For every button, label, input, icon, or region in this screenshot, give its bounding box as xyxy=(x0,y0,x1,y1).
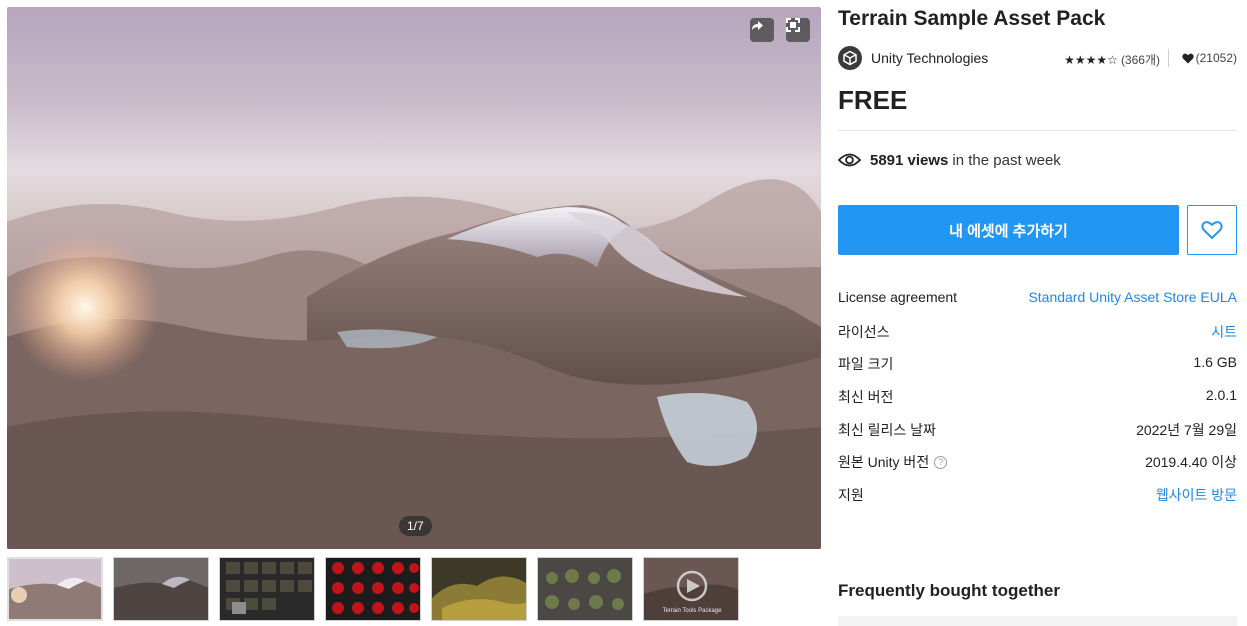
detail-value: 2.0.1 xyxy=(1205,387,1237,404)
divider xyxy=(1168,49,1169,67)
share-button[interactable] xyxy=(750,18,774,42)
detail-row-release-date: 최신 릴리스 날짜 2022년 7월 29일 xyxy=(838,412,1237,445)
fullscreen-button[interactable] xyxy=(786,18,810,42)
thumbnail-4[interactable] xyxy=(325,557,421,621)
publisher-row: Unity Technologies ★★★★☆ (366개) (21052) xyxy=(838,44,1237,72)
detail-label: 라이선스 xyxy=(838,323,890,340)
thumbnail-2[interactable] xyxy=(113,557,209,621)
heart-icon xyxy=(1181,53,1194,63)
rating-count: (366개) xyxy=(1120,53,1160,67)
product-title: Terrain Sample Asset Pack xyxy=(838,7,1106,30)
rating[interactable]: ★★★★☆ (366개) xyxy=(1064,51,1160,68)
views-info: 5891 views in the past week xyxy=(838,149,1061,171)
star-rating-icon: ★★★★☆ xyxy=(1064,52,1118,67)
add-to-my-assets-button[interactable]: 내 에셋에 추가하기 xyxy=(838,205,1179,255)
terrain-render xyxy=(7,179,821,549)
detail-row-file-size: 파일 크기 1.6 GB xyxy=(838,346,1237,379)
favorites: (21052) xyxy=(1181,51,1237,65)
views-suffix: in the past week xyxy=(952,151,1061,169)
wishlist-button[interactable] xyxy=(1187,205,1237,255)
detail-row-license-agreement: License agreement Standard Unity Asset S… xyxy=(838,281,1237,314)
share-icon xyxy=(752,21,763,30)
detail-label: 최신 버전 xyxy=(838,389,894,406)
eye-icon xyxy=(838,153,861,167)
detail-value: 2019.4.40 이상 xyxy=(1145,454,1237,471)
thumbnail-5[interactable] xyxy=(431,557,527,621)
detail-row-unity-version: 원본 Unity 버전 ? 2019.4.40 이상 xyxy=(838,444,1237,477)
favorites-count: (21052) xyxy=(1195,51,1237,65)
thumbnail-6[interactable] xyxy=(537,557,633,621)
detail-label: 원본 Unity 버전 xyxy=(838,454,930,471)
views-count: 5891 views xyxy=(870,151,949,169)
detail-label: 파일 크기 xyxy=(838,356,894,373)
image-counter: 1/7 xyxy=(399,516,432,536)
details-table: License agreement Standard Unity Asset S… xyxy=(838,281,1237,510)
divider xyxy=(838,130,1237,131)
thumbnail-7[interactable]: Terrain Tools Package xyxy=(643,557,739,621)
detail-value: 1.6 GB xyxy=(1193,354,1237,371)
detail-label: 최신 릴리스 날짜 xyxy=(838,421,936,438)
help-icon[interactable]: ? xyxy=(934,455,948,469)
detail-value: 2022년 7월 29일 xyxy=(1136,421,1237,438)
support-website-link[interactable]: 웹사이트 방문 xyxy=(1156,485,1237,505)
detail-label: 지원 xyxy=(838,487,864,504)
license-agreement-link[interactable]: Standard Unity Asset Store EULA xyxy=(1028,289,1237,305)
thumbnail-1[interactable] xyxy=(7,557,103,621)
publisher-logo[interactable] xyxy=(838,46,862,70)
section-heading: Frequently bought together xyxy=(838,581,1060,600)
license-link[interactable]: 시트 xyxy=(1211,322,1237,342)
detail-row-license: 라이선스 시트 xyxy=(838,314,1237,347)
detail-label: License agreement xyxy=(838,289,958,305)
detail-row-latest-version: 최신 버전 2.0.1 xyxy=(838,379,1237,412)
main-product-image[interactable]: 1/7 xyxy=(7,7,821,549)
publisher-link[interactable]: Unity Technologies xyxy=(871,50,988,66)
detail-label-with-help: 원본 Unity 버전 ? xyxy=(838,452,948,472)
frequently-bought-panel xyxy=(838,616,1237,626)
thumbnail-caption: Terrain Tools Package xyxy=(663,608,723,614)
price: FREE xyxy=(838,85,908,115)
detail-row-support: 지원 웹사이트 방문 xyxy=(838,477,1237,510)
fullscreen-icon xyxy=(786,18,800,32)
heart-outline-icon xyxy=(1201,221,1223,240)
unity-logo-icon xyxy=(843,50,857,66)
thumbnail-3[interactable] xyxy=(219,557,315,621)
